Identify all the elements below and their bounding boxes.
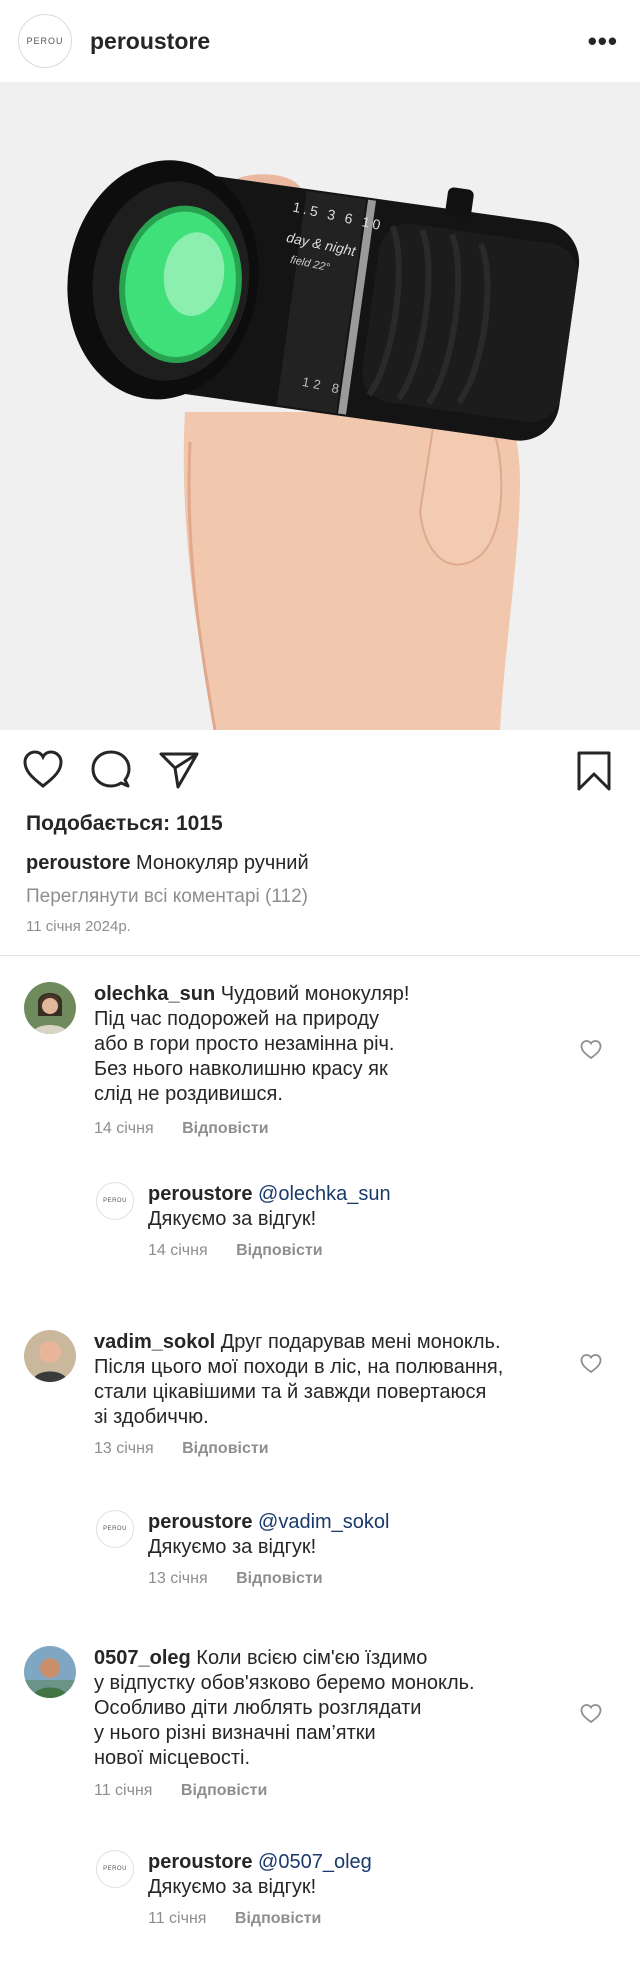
share-icon[interactable] (158, 750, 200, 790)
comment-date: 14 січня (94, 1120, 154, 1137)
reply-username[interactable]: peroustore (148, 1851, 252, 1873)
logo-text: PEROU (103, 1526, 127, 1532)
comment-like-icon[interactable] (580, 1704, 602, 1724)
logo-text: PEROU (103, 1198, 127, 1204)
reply-button[interactable]: Відповісти (235, 1910, 321, 1927)
comment-line: або в гори просто незамінна річ. (94, 1033, 395, 1055)
account-avatar[interactable]: PEROU (18, 14, 72, 68)
post-header: PEROU peroustore ••• (0, 0, 640, 82)
avatar[interactable] (24, 1646, 76, 1698)
post-date: 11 січня 2024р. (26, 918, 131, 935)
comment-line: Друг подарував мені монокль. (220, 1331, 501, 1353)
mention-link[interactable]: @0507_oleg (258, 1851, 372, 1873)
reply-date: 13 січня (148, 1570, 208, 1587)
reply-button[interactable]: Відповісти (182, 1120, 268, 1137)
bookmark-icon[interactable] (576, 750, 612, 792)
reply-button[interactable]: Відповісти (236, 1242, 322, 1259)
mention-link[interactable]: @olechka_sun (258, 1183, 391, 1205)
comment-like-icon[interactable] (580, 1354, 602, 1374)
reply-date: 11 січня (148, 1910, 207, 1927)
reply-button[interactable]: Відповісти (236, 1570, 322, 1587)
view-all-comments-link[interactable]: Переглянути всі коментарі (112) (26, 886, 308, 908)
logo-text: PEROU (103, 1866, 127, 1872)
comment-line: нової місцевості. (94, 1747, 251, 1769)
comment-line: Особливо діти люблять розглядати (94, 1697, 422, 1719)
post-caption: peroustore Монокуляр ручний (26, 852, 309, 875)
comment-username[interactable]: 0507_oleg (94, 1647, 191, 1669)
reply-meta: 13 січня Відповісти (148, 1570, 347, 1588)
comment-line: у нього різні визначні пам’ятки (94, 1722, 376, 1744)
reply-message: Дякуємо за відгук! (148, 1536, 317, 1558)
reply-text: peroustore @vadim_sokol Дякуємо за відгу… (148, 1510, 588, 1560)
reply-item: PEROU peroustore @olechka_sun Дякуємо за… (96, 1182, 616, 1262)
reply-button[interactable]: Відповісти (182, 1440, 268, 1457)
divider (0, 955, 640, 956)
logo-text: PEROU (26, 36, 64, 46)
reply-message: Дякуємо за відгук! (148, 1208, 317, 1230)
comment-item: 0507_oleg Коли всією сім'єю їздимо у від… (24, 1646, 624, 1799)
account-name[interactable]: peroustore (90, 28, 210, 55)
comment-like-icon[interactable] (580, 1040, 602, 1060)
comment-icon[interactable] (90, 750, 132, 790)
comment-line: стали цікавішими та й завжди повертаюся (94, 1381, 487, 1403)
like-heart-icon[interactable] (22, 750, 64, 790)
reply-username[interactable]: peroustore (148, 1511, 252, 1533)
reply-avatar[interactable]: PEROU (96, 1182, 134, 1220)
likes-count[interactable]: Подобається: 1015 (26, 812, 223, 836)
mention-link[interactable]: @vadim_sokol (258, 1511, 389, 1533)
comment-line: зі здобиччю. (94, 1406, 209, 1428)
more-options-icon[interactable]: ••• (588, 26, 618, 57)
comment-username[interactable]: vadim_sokol (94, 1331, 215, 1353)
avatar[interactable] (24, 982, 76, 1034)
comment-meta: 13 січня Відповісти (94, 1440, 293, 1458)
comment-text: olechka_sun Чудовий монокуляр! Під час п… (94, 982, 564, 1107)
comment-line: Під час подорожей на природу (94, 1008, 380, 1030)
reply-item: PEROU peroustore @vadim_sokol Дякуємо за… (96, 1510, 616, 1590)
reply-button[interactable]: Відповісти (181, 1782, 267, 1799)
monocular-photo (67, 160, 580, 730)
comment-meta: 14 січня Відповісти (94, 1120, 293, 1138)
reply-date: 14 січня (148, 1242, 208, 1259)
comment-date: 11 січня (94, 1782, 153, 1799)
comment-username[interactable]: olechka_sun (94, 983, 215, 1005)
comment-line: Коли всією сім'єю їздимо (196, 1647, 428, 1669)
comment-date: 13 січня (94, 1440, 154, 1457)
comment-meta: 11 січня Відповісти (94, 1782, 291, 1800)
reply-meta: 14 січня Відповісти (148, 1242, 347, 1260)
comment-line: у відпустку обов'язково беремо монокль. (94, 1672, 475, 1694)
reply-message: Дякуємо за відгук! (148, 1876, 317, 1898)
post-image: 1.5 3 6 10 day & night field 22° 12 8 (0, 82, 640, 730)
reply-item: PEROU peroustore @0507_oleg Дякуємо за в… (96, 1850, 616, 1930)
comment-item: vadim_sokol Друг подарував мені монокль.… (24, 1330, 624, 1460)
post-actions (0, 730, 640, 810)
comment-line: Чудовий монокуляр! (220, 983, 410, 1005)
caption-username[interactable]: peroustore (26, 852, 130, 874)
reply-avatar[interactable]: PEROU (96, 1850, 134, 1888)
reply-username[interactable]: peroustore (148, 1183, 252, 1205)
caption-text: Монокуляр ручний (136, 852, 309, 874)
avatar[interactable] (24, 1330, 76, 1382)
comment-line: слід не роздивишся. (94, 1083, 283, 1105)
reply-text: peroustore @0507_oleg Дякуємо за відгук! (148, 1850, 588, 1900)
reply-meta: 11 січня Відповісти (148, 1910, 345, 1928)
comment-line: Після цього мої походи в ліс, на полюван… (94, 1356, 504, 1378)
comment-text: 0507_oleg Коли всією сім'єю їздимо у від… (94, 1646, 564, 1771)
reply-text: peroustore @olechka_sun Дякуємо за відгу… (148, 1182, 588, 1232)
comment-line: Без нього навколишню красу як (94, 1058, 388, 1080)
reply-avatar[interactable]: PEROU (96, 1510, 134, 1548)
comment-text: vadim_sokol Друг подарував мені монокль.… (94, 1330, 564, 1430)
